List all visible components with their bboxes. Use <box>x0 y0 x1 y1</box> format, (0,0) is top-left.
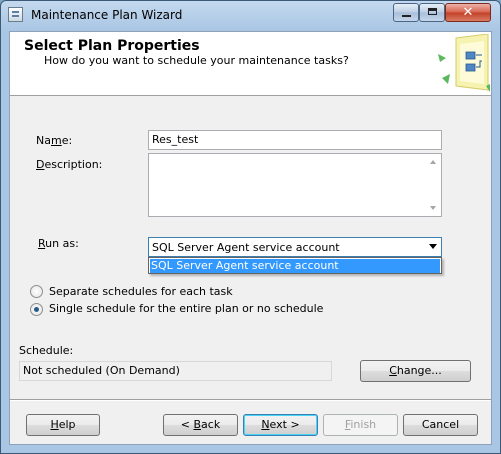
finish-button: Finish <box>323 414 398 436</box>
change-schedule-button[interactable]: Change... <box>360 360 471 382</box>
maximize-icon <box>428 8 437 15</box>
schedule-value: Not scheduled (On Demand) <box>19 361 332 381</box>
name-label: Name: <box>36 134 73 147</box>
footer-divider <box>10 399 491 401</box>
run-as-label: Run as: <box>38 237 79 250</box>
wizard-banner-icon <box>438 34 490 92</box>
single-schedule-radio[interactable] <box>30 303 43 316</box>
back-button[interactable]: < Back <box>163 414 238 436</box>
run-as-combobox[interactable]: SQL Server Agent service account <box>148 237 442 257</box>
run-as-dropdown-list: SQL Server Agent service account <box>148 257 442 274</box>
description-label: Description: <box>36 158 103 171</box>
separate-schedules-radio[interactable] <box>30 285 43 298</box>
app-icon <box>8 7 23 22</box>
wizard-client-area: Select Plan Properties How do you want t… <box>9 31 492 445</box>
run-as-option[interactable]: SQL Server Agent service account <box>150 259 440 273</box>
close-icon: ✕ <box>462 5 474 20</box>
scroll-down-icon[interactable] <box>430 206 436 210</box>
maximize-button[interactable] <box>419 3 445 22</box>
description-scrollbar[interactable] <box>425 154 441 216</box>
scroll-up-icon[interactable] <box>430 160 436 164</box>
page-subtitle: How do you want to schedule your mainten… <box>44 54 349 67</box>
schedule-label: Schedule: <box>19 344 74 357</box>
separate-schedules-label[interactable]: Separate schedules for each task <box>49 285 233 298</box>
minimize-button[interactable] <box>393 3 419 22</box>
title-bar[interactable]: Maintenance Plan Wizard ✕ <box>1 1 500 29</box>
wizard-window: Maintenance Plan Wizard ✕ Select Plan Pr… <box>0 0 501 454</box>
cancel-button[interactable]: Cancel <box>403 414 478 436</box>
single-schedule-label[interactable]: Single schedule for the entire plan or n… <box>49 302 323 315</box>
wizard-header: Select Plan Properties How do you want t… <box>10 32 491 96</box>
chevron-down-icon[interactable] <box>429 244 437 249</box>
next-button[interactable]: Next > <box>243 414 318 436</box>
minimize-icon <box>402 15 411 17</box>
help-button[interactable]: Help <box>26 414 100 436</box>
close-button[interactable]: ✕ <box>445 3 491 22</box>
window-title: Maintenance Plan Wizard <box>31 8 183 22</box>
name-field[interactable]: Res_test <box>148 130 442 150</box>
page-title: Select Plan Properties <box>24 38 200 54</box>
description-field[interactable] <box>148 153 442 217</box>
run-as-selected: SQL Server Agent service account <box>152 241 340 254</box>
